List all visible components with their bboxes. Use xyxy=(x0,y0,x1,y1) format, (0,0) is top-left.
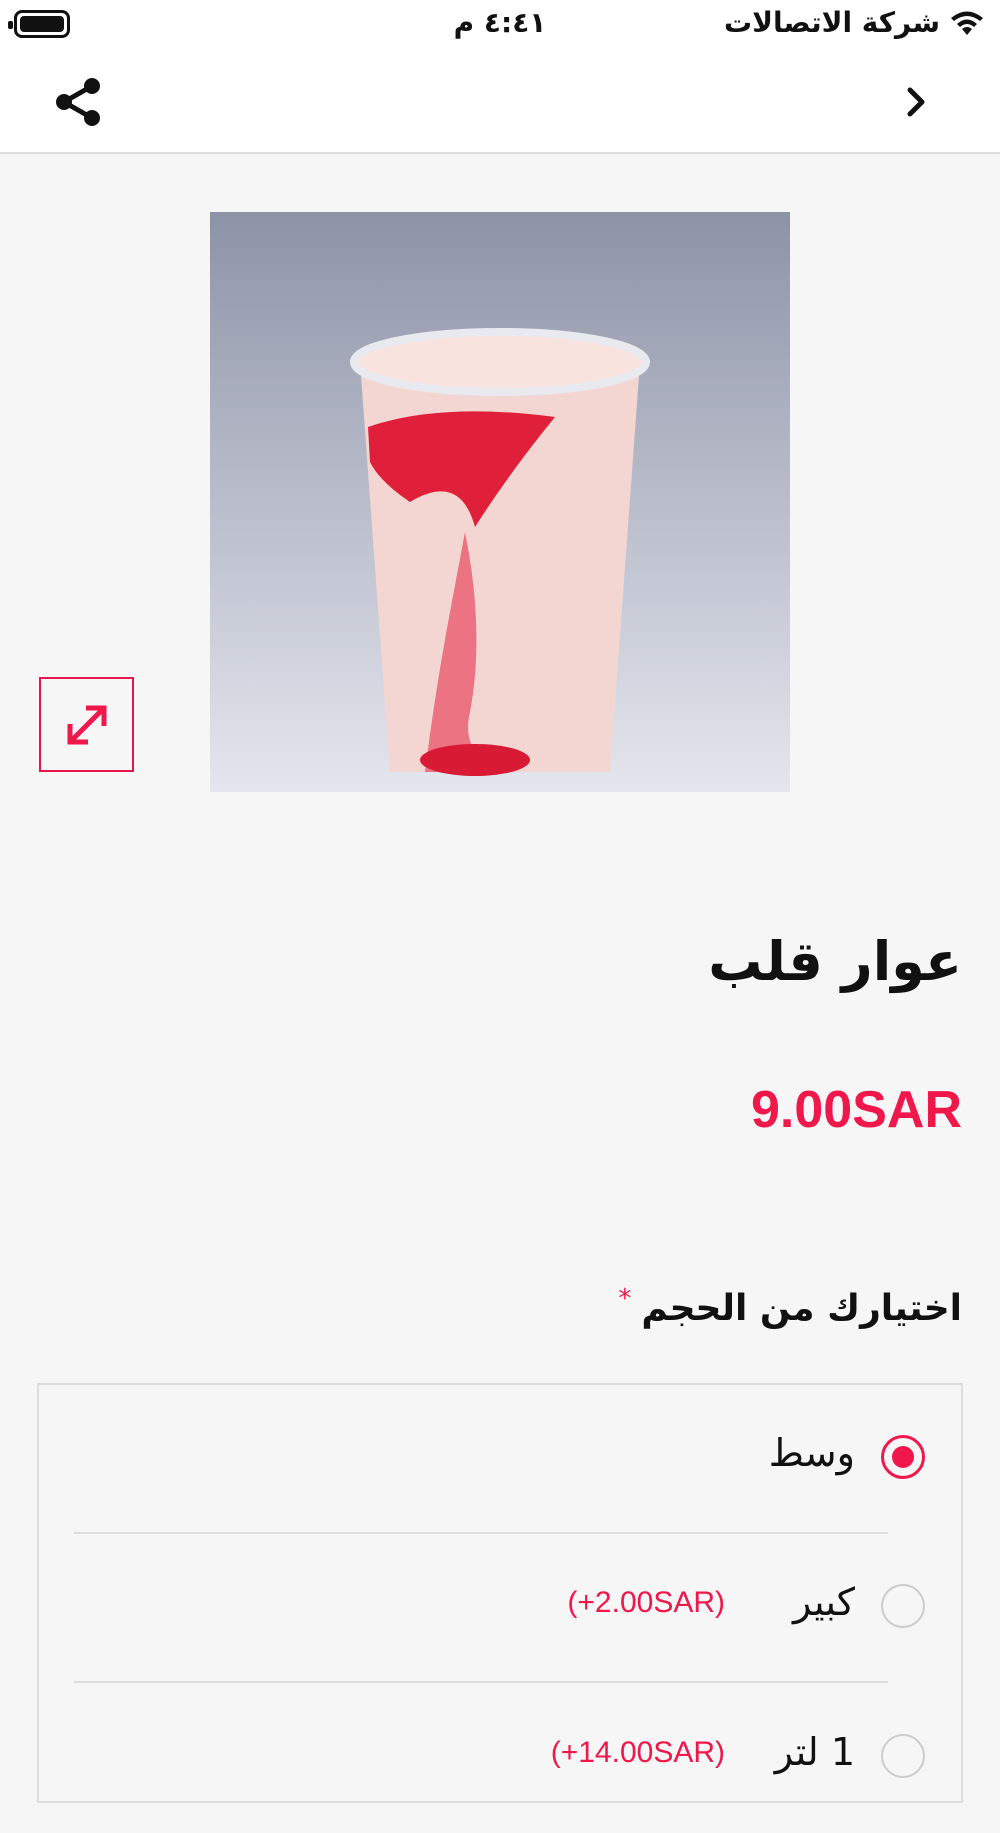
status-bar: ٤:٤١ م شركة الاتصالات xyxy=(0,0,1000,50)
size-option-heading: اختيارك من الحجم * xyxy=(618,1284,962,1329)
size-option-liter[interactable]: 1 لتر (+14.00SAR) xyxy=(37,1684,925,1833)
expand-image-button[interactable] xyxy=(39,677,134,772)
radio-button[interactable] xyxy=(881,1734,925,1778)
product-name: عوار قلب xyxy=(708,930,962,993)
option-price: (+14.00SAR) xyxy=(550,1736,725,1769)
expand-arrows-icon xyxy=(67,705,106,744)
option-label: وسط xyxy=(768,1431,855,1475)
status-time: ٤:٤١ م xyxy=(453,6,547,39)
size-option-large[interactable]: كبير (+2.00SAR) xyxy=(37,1534,925,1683)
size-option-medium[interactable]: وسط xyxy=(37,1385,925,1534)
divider xyxy=(74,1681,888,1683)
product-image xyxy=(210,212,790,792)
status-carrier: شركة الاتصالات xyxy=(724,6,986,39)
chevron-right-icon[interactable] xyxy=(894,80,938,124)
option-label: كبير xyxy=(793,1580,855,1624)
battery-icon xyxy=(8,10,70,38)
radio-button-selected[interactable] xyxy=(881,1435,925,1479)
carrier-label: شركة الاتصالات xyxy=(723,6,940,39)
radio-button[interactable] xyxy=(881,1584,925,1628)
size-option-title: اختيارك من الحجم xyxy=(641,1288,962,1329)
option-price: (+2.00SAR) xyxy=(567,1586,725,1619)
share-icon[interactable] xyxy=(50,74,106,130)
wifi-icon xyxy=(951,11,983,35)
option-label: 1 لتر xyxy=(774,1730,855,1774)
product-price: 9.00SAR xyxy=(751,1081,962,1139)
top-nav xyxy=(0,50,1000,154)
required-mark: * xyxy=(618,1284,632,1314)
